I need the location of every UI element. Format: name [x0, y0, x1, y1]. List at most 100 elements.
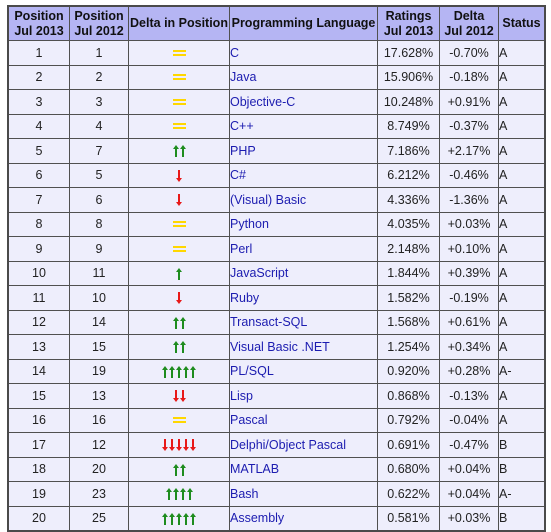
- arrow-up-icon: [172, 463, 179, 476]
- arrow-up-icon: [190, 365, 196, 378]
- header-line: Jul 2013: [14, 23, 64, 38]
- table-row: 8 8 Python 4.035% +0.03% A: [7, 211, 546, 237]
- header-line: Position: [74, 8, 124, 23]
- rating-cell: 10.248%: [377, 89, 440, 115]
- delta-indicator: [172, 123, 186, 130]
- rating-cell: 0.581%: [377, 505, 440, 532]
- rating-delta-cell: -0.18%: [439, 64, 499, 90]
- arrow-up-icon: [162, 512, 168, 525]
- rating-cell: 17.628%: [377, 40, 440, 66]
- position-2013-cell: 13: [7, 334, 70, 360]
- language-cell: Bash: [229, 481, 378, 507]
- table-row: 17 12 Delphi/Object Pascal 0.691% -0.47% B: [7, 432, 546, 458]
- position-2013-cell: 20: [7, 505, 70, 532]
- delta-indicator: [172, 221, 186, 228]
- arrow-up-icon: [176, 267, 182, 280]
- delta-indicator: [172, 390, 186, 403]
- tiobe-ranking-table: Position Jul 2013 Position Jul 2012 Delta …: [7, 5, 546, 532]
- position-2013-cell: 7: [7, 187, 70, 213]
- rating-delta-cell: -0.37%: [439, 113, 499, 139]
- language-cell: Ruby: [229, 285, 378, 311]
- status-cell: A: [498, 260, 546, 286]
- table-row: 14 19 PL/SQL 0.920% +0.28% A-: [7, 358, 546, 384]
- rating-cell: 0.622%: [377, 481, 440, 507]
- rating-delta-cell: +2.17%: [439, 138, 499, 164]
- status-cell: A: [498, 309, 546, 335]
- language-cell: Python: [229, 211, 378, 237]
- rating-cell: 1.582%: [377, 285, 440, 311]
- delta-position-cell: [128, 113, 230, 139]
- arrow-down-icon: [176, 292, 182, 305]
- position-2013-cell: 11: [7, 285, 70, 311]
- delta-indicator: [176, 267, 182, 280]
- table-row: 4 4 C++ 8.749% -0.37% A: [7, 113, 546, 139]
- header-delta-rating: Delta Jul 2012: [439, 5, 499, 41]
- position-2013-cell: 2: [7, 64, 70, 90]
- rating-cell: 8.749%: [377, 113, 440, 139]
- status-cell: B: [498, 432, 546, 458]
- table-row: 11 10 Ruby 1.582% -0.19% A: [7, 285, 546, 311]
- arrow-up-icon: [179, 463, 186, 476]
- rating-delta-cell: +0.28%: [439, 358, 499, 384]
- rating-delta-cell: +0.03%: [439, 505, 499, 532]
- arrow-up-icon: [169, 512, 175, 525]
- rating-delta-cell: +0.10%: [439, 236, 499, 262]
- delta-position-cell: [128, 505, 230, 532]
- position-2013-cell: 12: [7, 309, 70, 335]
- position-2012-cell: 3: [69, 89, 129, 115]
- position-2012-cell: 19: [69, 358, 129, 384]
- rating-cell: 2.148%: [377, 236, 440, 262]
- position-2013-cell: 17: [7, 432, 70, 458]
- delta-position-cell: [128, 40, 230, 66]
- delta-indicator: [172, 49, 186, 57]
- delta-indicator: [172, 316, 186, 329]
- position-2012-cell: 15: [69, 334, 129, 360]
- arrow-down-icon: [176, 439, 182, 452]
- delta-position-cell: [128, 407, 230, 433]
- header-line: Delta: [453, 8, 485, 23]
- delta-position-cell: [128, 236, 230, 262]
- position-2012-cell: 8: [69, 211, 129, 237]
- equal-icon: [172, 221, 186, 228]
- position-2013-cell: 15: [7, 383, 70, 409]
- table-row: 20 25 Assembly 0.581% +0.03% B: [7, 505, 546, 532]
- arrow-up-icon: [165, 488, 172, 501]
- delta-indicator: [176, 194, 182, 207]
- table-row: 12 14 Transact-SQL 1.568% +0.61% A: [7, 309, 546, 335]
- delta-position-cell: [128, 432, 230, 458]
- arrow-down-icon: [169, 439, 175, 452]
- delta-indicator: [176, 292, 182, 305]
- position-2013-cell: 19: [7, 481, 70, 507]
- status-cell: A: [498, 407, 546, 433]
- arrow-up-icon: [186, 488, 193, 501]
- arrow-up-icon: [179, 145, 186, 158]
- arrow-up-icon: [179, 316, 186, 329]
- arrow-up-icon: [176, 365, 182, 378]
- status-cell: A: [498, 162, 546, 188]
- header-position-2013: Position Jul 2013: [7, 5, 70, 41]
- arrow-down-icon: [190, 439, 196, 452]
- status-cell: A: [498, 40, 546, 66]
- delta-position-cell: [128, 309, 230, 335]
- table-row: 2 2 Java 15.906% -0.18% A: [7, 64, 546, 90]
- rating-delta-cell: -0.46%: [439, 162, 499, 188]
- rating-cell: 0.680%: [377, 456, 440, 482]
- status-cell: B: [498, 505, 546, 532]
- rating-delta-cell: -0.70%: [439, 40, 499, 66]
- header-line: Jul 2012: [444, 23, 494, 38]
- rating-delta-cell: +0.61%: [439, 309, 499, 335]
- rating-delta-cell: +0.39%: [439, 260, 499, 286]
- arrow-up-icon: [172, 341, 179, 354]
- status-cell: A-: [498, 481, 546, 507]
- delta-position-cell: [128, 260, 230, 286]
- rating-delta-cell: -0.47%: [439, 432, 499, 458]
- delta-position-cell: [128, 187, 230, 213]
- delta-indicator: [162, 365, 196, 378]
- position-2013-cell: 5: [7, 138, 70, 164]
- delta-position-cell: [128, 211, 230, 237]
- rating-cell: 0.920%: [377, 358, 440, 384]
- rating-cell: 1.844%: [377, 260, 440, 286]
- status-cell: A: [498, 334, 546, 360]
- status-cell: A-: [498, 358, 546, 384]
- rating-delta-cell: -0.13%: [439, 383, 499, 409]
